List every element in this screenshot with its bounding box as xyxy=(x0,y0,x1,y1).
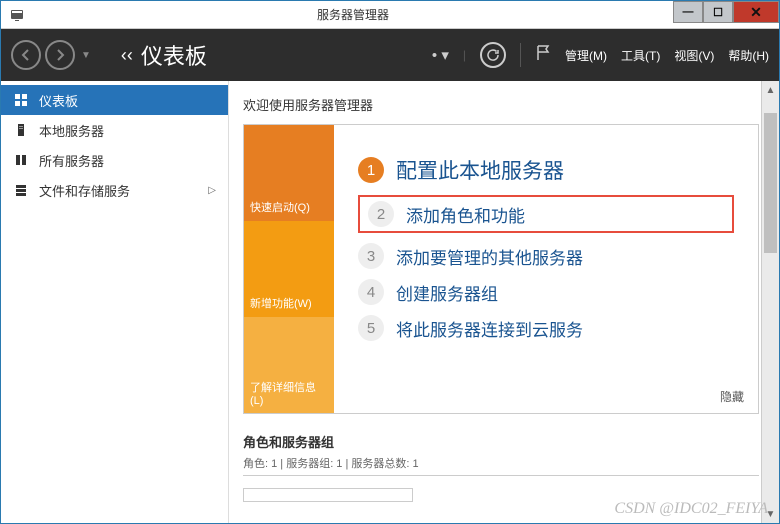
menu-manage[interactable]: 管理(M) xyxy=(565,47,607,64)
separator xyxy=(520,43,521,67)
step-5: 5 将此服务器连接到云服务 xyxy=(358,315,734,341)
step-link-add-servers[interactable]: 添加要管理的其他服务器 xyxy=(396,244,583,269)
app-icon xyxy=(7,5,27,25)
breadcrumb-dropdown-icon[interactable]: • ▾ xyxy=(432,46,449,64)
main-panel: 欢迎使用服务器管理器 快速启动(Q) 新增功能(W) 了解详细信息(L) 1 配… xyxy=(229,81,779,523)
divider xyxy=(243,475,759,476)
servers-icon xyxy=(13,152,29,168)
maximize-button[interactable]: ☐ xyxy=(703,1,733,23)
step-number-3: 3 xyxy=(358,243,384,269)
window-frame: 服务器管理器 — ☐ ✕ ▼ ‹‹ 仪表板 • ▾ | xyxy=(0,0,780,524)
step-number-4: 4 xyxy=(358,279,384,305)
sidebar-item-label: 仪表板 xyxy=(39,91,78,110)
group-tile[interactable] xyxy=(243,488,413,502)
forward-button[interactable] xyxy=(45,40,75,70)
refresh-button[interactable] xyxy=(480,42,506,68)
content: 仪表板 本地服务器 所有服务器 文件和存储服务 ▷ xyxy=(1,81,779,523)
sidebar-item-local-server[interactable]: 本地服务器 xyxy=(1,115,228,145)
dashboard-icon xyxy=(13,92,29,108)
breadcrumb-arrow-icon: ‹‹ xyxy=(121,45,133,66)
notifications-flag-icon[interactable] xyxy=(535,44,551,67)
tab-whatsnew[interactable]: 新增功能(W) xyxy=(244,221,334,317)
menu-tools[interactable]: 工具(T) xyxy=(621,47,660,64)
breadcrumb: ‹‹ 仪表板 xyxy=(121,39,207,71)
step-number-1: 1 xyxy=(358,157,384,183)
hide-link[interactable]: 隐藏 xyxy=(720,388,744,405)
tab-quickstart[interactable]: 快速启动(Q) xyxy=(244,125,334,221)
toolbar-right: • ▾ | 管理(M) 工具(T) 视图(V) 帮助(H) xyxy=(432,42,769,68)
sidebar-item-all-servers[interactable]: 所有服务器 xyxy=(1,145,228,175)
toolbar: ▼ ‹‹ 仪表板 • ▾ | 管理(M) 工具(T) 视图(V) 帮助(H) xyxy=(1,29,779,81)
page-title: 仪表板 xyxy=(141,39,207,71)
tab-learnmore[interactable]: 了解详细信息(L) xyxy=(244,317,334,413)
step-link-create-group[interactable]: 创建服务器组 xyxy=(396,280,498,305)
scrollbar: ▲ ▼ xyxy=(761,81,779,523)
welcome-left-tabs: 快速启动(Q) 新增功能(W) 了解详细信息(L) xyxy=(244,125,334,413)
step-1: 1 配置此本地服务器 xyxy=(358,155,734,185)
sidebar-item-file-storage[interactable]: 文件和存储服务 ▷ xyxy=(1,175,228,205)
scroll-up-button[interactable]: ▲ xyxy=(762,81,779,99)
title-bar: 服务器管理器 — ☐ ✕ xyxy=(1,1,779,29)
groups-subheading: 角色: 1 | 服务器组: 1 | 服务器总数: 1 xyxy=(243,455,759,471)
server-icon xyxy=(13,122,29,138)
nav-arrows: ▼ xyxy=(11,40,91,70)
step-2-highlight: 2 添加角色和功能 xyxy=(358,195,734,233)
window-title: 服务器管理器 xyxy=(33,6,673,23)
step-link-add-roles[interactable]: 添加角色和功能 xyxy=(406,202,525,227)
step-link-configure[interactable]: 配置此本地服务器 xyxy=(396,155,564,185)
sidebar-item-label: 本地服务器 xyxy=(39,121,104,140)
storage-icon xyxy=(13,182,29,198)
chevron-right-icon: ▷ xyxy=(208,185,216,196)
scroll-thumb[interactable] xyxy=(764,113,777,253)
window-controls: — ☐ ✕ xyxy=(673,1,779,28)
minimize-button[interactable]: — xyxy=(673,1,703,23)
step-link-cloud[interactable]: 将此服务器连接到云服务 xyxy=(396,316,583,341)
step-number-5: 5 xyxy=(358,315,384,341)
nav-history-dropdown[interactable]: ▼ xyxy=(81,50,91,61)
sidebar-item-dashboard[interactable]: 仪表板 xyxy=(1,85,228,115)
menu-help[interactable]: 帮助(H) xyxy=(728,47,769,64)
welcome-card: 快速启动(Q) 新增功能(W) 了解详细信息(L) 1 配置此本地服务器 2 添… xyxy=(243,124,759,414)
sidebar-item-label: 所有服务器 xyxy=(39,151,104,170)
step-number-2: 2 xyxy=(368,201,394,227)
back-button[interactable] xyxy=(11,40,41,70)
scroll-down-button[interactable]: ▼ xyxy=(762,505,779,523)
step-4: 4 创建服务器组 xyxy=(358,279,734,305)
menu-view[interactable]: 视图(V) xyxy=(674,47,714,64)
close-button[interactable]: ✕ xyxy=(733,1,779,23)
step-3: 3 添加要管理的其他服务器 xyxy=(358,243,734,269)
welcome-heading: 欢迎使用服务器管理器 xyxy=(243,95,759,114)
steps-panel: 1 配置此本地服务器 2 添加角色和功能 3 添加要管理的其他服务器 4 创建服… xyxy=(334,125,758,413)
groups-heading: 角色和服务器组 xyxy=(243,432,759,451)
sidebar-item-label: 文件和存储服务 xyxy=(39,181,130,200)
sidebar: 仪表板 本地服务器 所有服务器 文件和存储服务 ▷ xyxy=(1,81,229,523)
